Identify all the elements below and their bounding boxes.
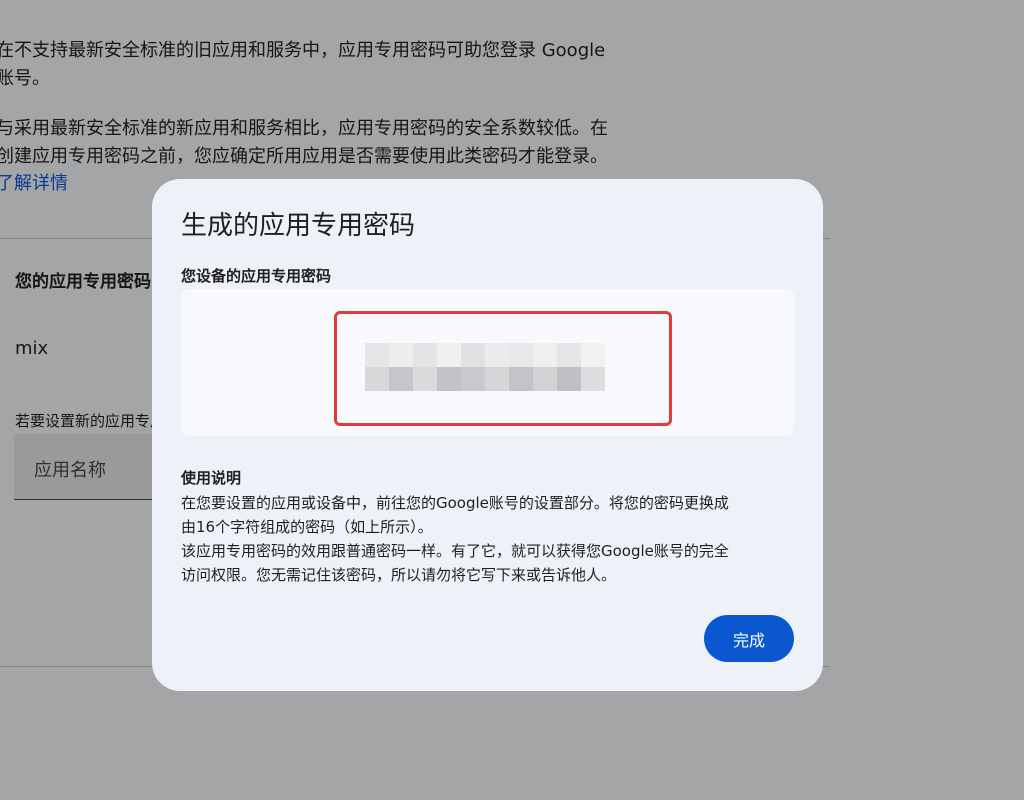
generated-password-dialog: 生成的应用专用密码 您设备的应用专用密码 使用说明 在您要设置的应用或设备中，前… [152,179,823,691]
dialog-title: 生成的应用专用密码 [181,211,416,241]
usage-line-2: 由16个字符组成的密码（如上所示）。 [181,518,433,536]
done-button[interactable]: 完成 [704,615,794,662]
usage-title: 使用说明 [181,469,242,487]
usage-line-1: 在您要设置的应用或设备中，前往您的Google账号的设置部分。将您的密码更换成 [181,494,729,512]
password-highlight-annotation [334,311,672,426]
usage-line-4: 访问权限。您无需记住该密码，所以请勿将它写下来或告诉他人。 [181,566,617,584]
usage-line-3: 该应用专用密码的效用跟普通密码一样。有了它，就可以获得您Google账号的完全 [181,542,729,560]
password-label: 您设备的应用专用密码 [181,267,332,285]
usage-instructions: 在您要设置的应用或设备中，前往您的Google账号的设置部分。将您的密码更换成 … [181,491,801,587]
